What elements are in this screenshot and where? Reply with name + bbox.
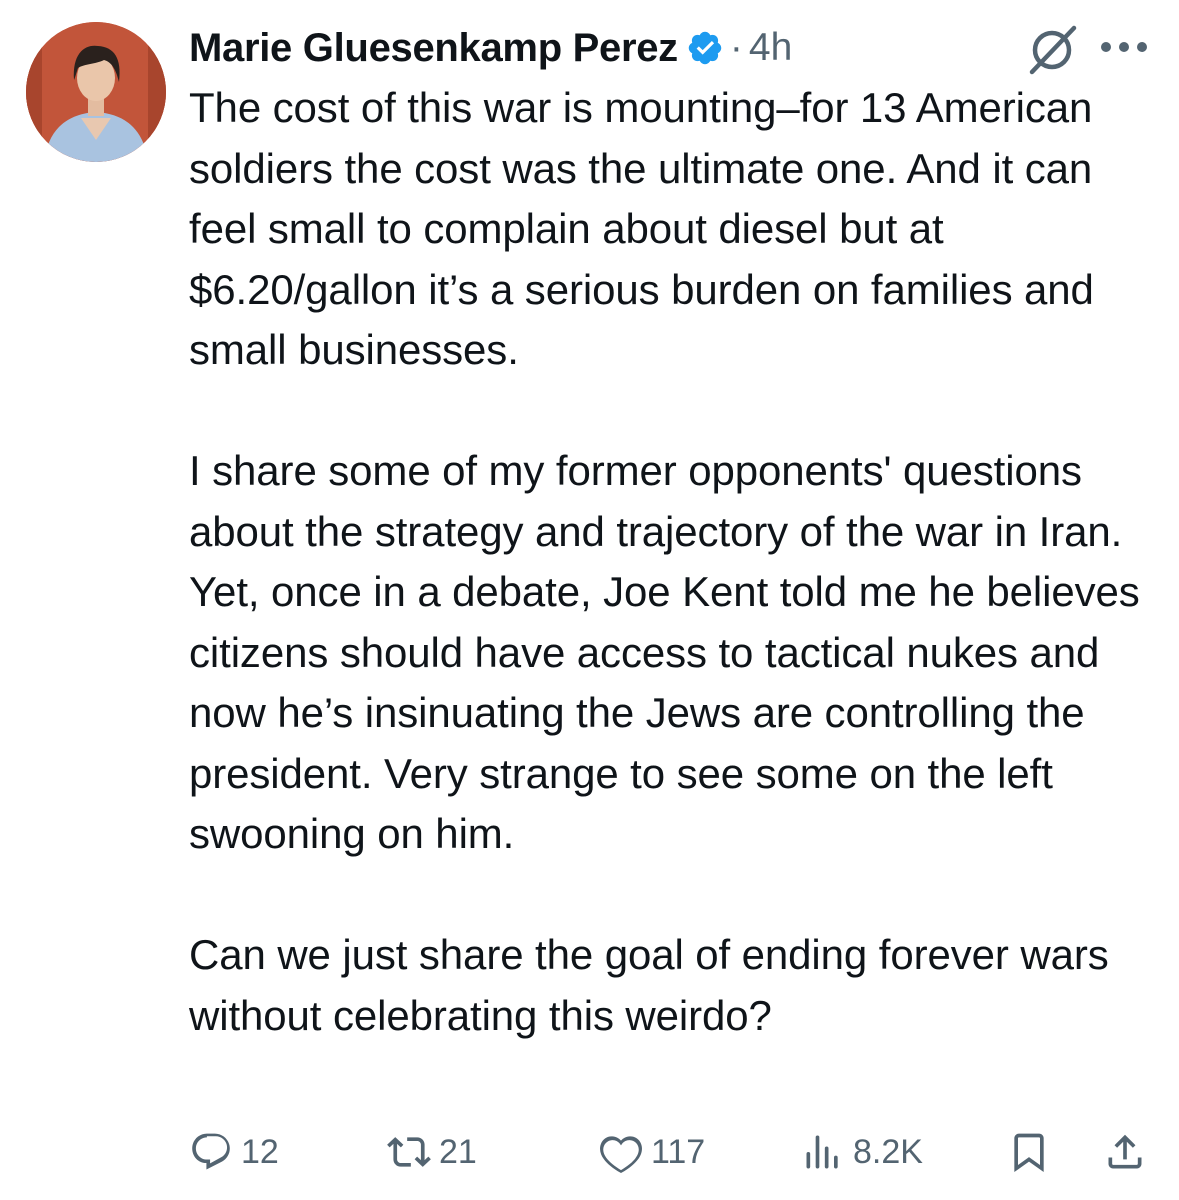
like-button[interactable]: 117 — [599, 1122, 705, 1182]
tweet-header: Marie Gluesenkamp Perez · 4h — [189, 18, 792, 78]
views-count: 8.2K — [853, 1132, 923, 1171]
share-icon — [1103, 1130, 1147, 1174]
grok-icon[interactable] — [1024, 20, 1080, 76]
tweet-time[interactable]: 4h — [749, 26, 792, 70]
tweet-paragraph: I share some of my former opponents' que… — [189, 447, 1140, 857]
repost-icon — [387, 1130, 431, 1174]
bookmark-button[interactable] — [1007, 1122, 1051, 1182]
views-button[interactable]: 8.2K — [801, 1122, 923, 1182]
heart-icon — [599, 1130, 643, 1174]
meta-separator: · — [729, 26, 743, 69]
author-name[interactable]: Marie Gluesenkamp Perez — [189, 26, 678, 71]
views-icon — [801, 1130, 845, 1174]
action-bar: 12 21 117 8.2K — [189, 1122, 1149, 1182]
like-count: 117 — [651, 1132, 706, 1171]
reply-icon — [189, 1130, 233, 1174]
repost-button[interactable]: 21 — [387, 1122, 477, 1182]
repost-count: 21 — [439, 1132, 477, 1171]
avatar[interactable] — [26, 22, 166, 162]
tweet-paragraph: The cost of this war is mounting–for 13 … — [189, 84, 1094, 373]
tweet-paragraph: Can we just share the goal of ending for… — [189, 931, 1109, 1039]
verified-badge-icon — [686, 29, 724, 67]
tweet-text: The cost of this war is mounting–for 13 … — [189, 78, 1164, 1046]
profile-photo — [26, 22, 166, 162]
bookmark-icon — [1007, 1130, 1051, 1174]
share-button[interactable] — [1103, 1122, 1147, 1182]
more-icon[interactable] — [1098, 40, 1150, 54]
reply-button[interactable]: 12 — [189, 1122, 279, 1182]
reply-count: 12 — [241, 1132, 279, 1171]
